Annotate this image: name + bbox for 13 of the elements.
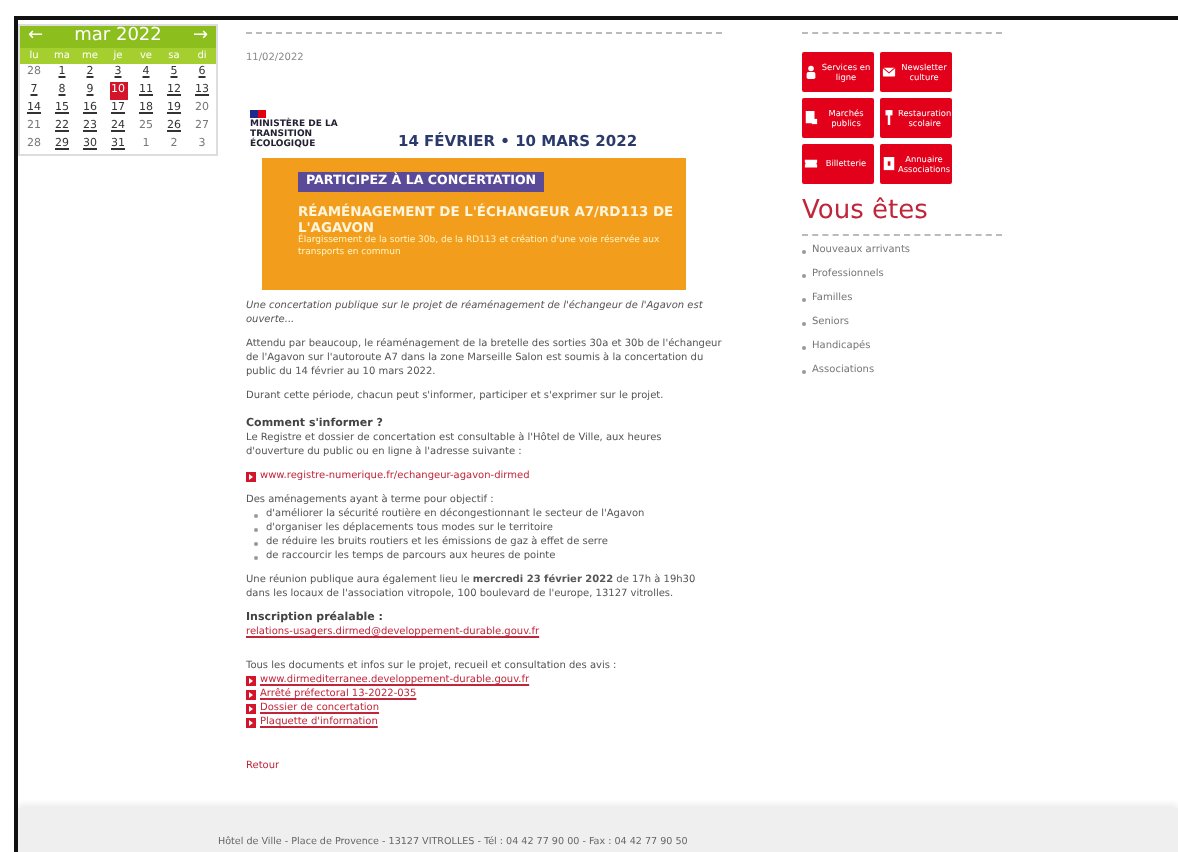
arrow-icon bbox=[246, 704, 256, 714]
ticket-icon bbox=[804, 156, 818, 172]
book-icon bbox=[882, 156, 896, 172]
arrow-icon bbox=[246, 472, 256, 482]
arrow-icon bbox=[246, 676, 256, 686]
people-icon bbox=[804, 64, 818, 80]
section-title: Vous êtes bbox=[802, 196, 930, 228]
fork-icon bbox=[882, 110, 896, 126]
envelope-icon bbox=[882, 64, 896, 80]
month-title: mar 2022 bbox=[74, 26, 162, 48]
arrow-icon bbox=[246, 718, 256, 728]
document-icon bbox=[804, 110, 818, 126]
arrow-icon bbox=[246, 690, 256, 700]
